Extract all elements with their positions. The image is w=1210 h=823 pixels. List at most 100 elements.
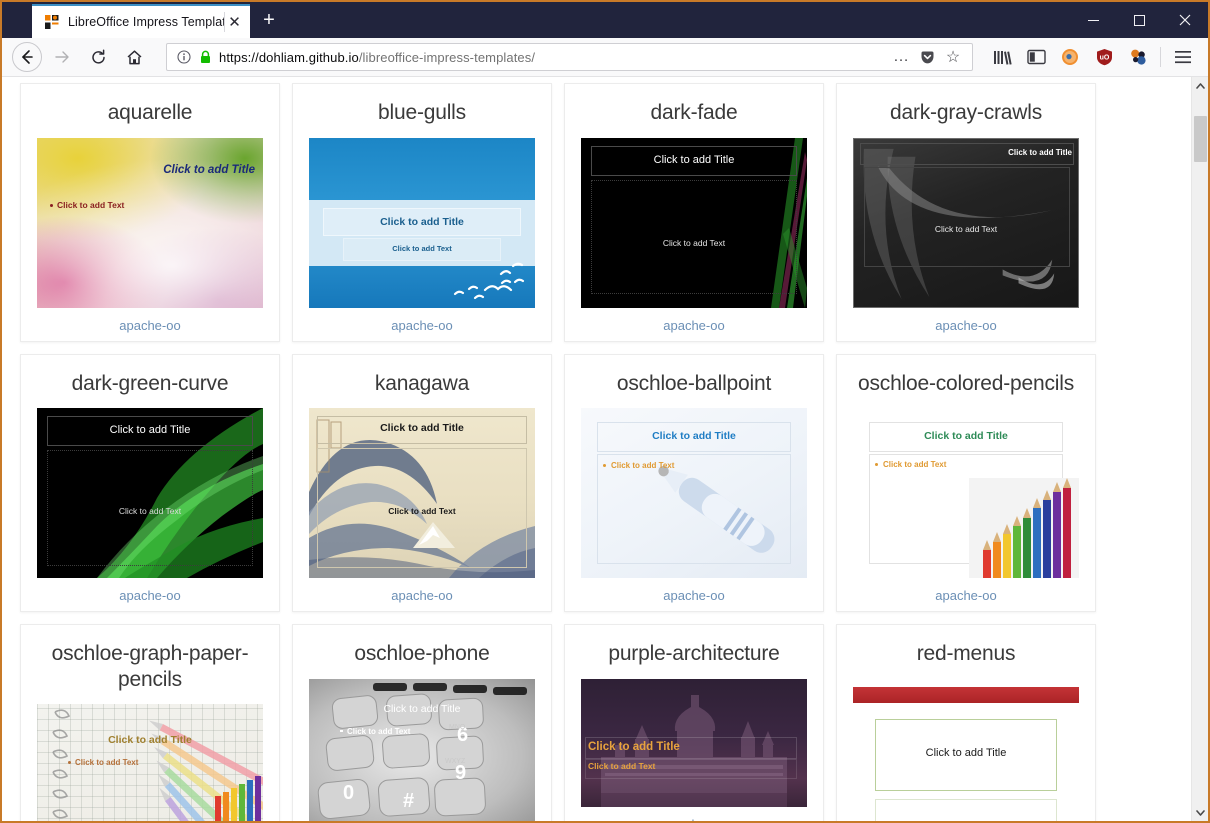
hamburger-menu-icon[interactable] [1166, 41, 1200, 73]
libreoffice-impress-favicon-icon [44, 14, 60, 30]
tab-bar: LibreOffice Impress Templates ✕ + [2, 2, 1208, 38]
template-author[interactable]: apache-oo [119, 318, 180, 333]
toolbar-divider [1160, 47, 1161, 67]
template-thumbnail[interactable]: Click to add Title Click to add Text [37, 137, 263, 308]
extension-icon[interactable] [1121, 41, 1155, 73]
site-info-icon[interactable] [173, 50, 195, 64]
template-author[interactable]: apache-oo [935, 588, 996, 603]
scrollbar-track[interactable] [1192, 94, 1209, 804]
template-card[interactable]: kanagawa Click to add Title Click to add… [292, 353, 552, 613]
template-name: aquarelle [107, 101, 193, 124]
scrollbar-thumb[interactable] [1193, 116, 1207, 162]
template-thumbnail[interactable]: Click to add Title Click to add Text [581, 408, 807, 579]
forward-button[interactable] [46, 41, 78, 73]
library-icon[interactable] [985, 41, 1019, 73]
slide-title-placeholder: Click to add Title [163, 163, 255, 176]
svg-text:uO: uO [1099, 55, 1109, 62]
slide-text-placeholder: Click to add Text [934, 223, 998, 234]
template-card[interactable]: oschloe-ballpoint Click to add Title Cli… [564, 353, 824, 613]
back-button[interactable] [12, 42, 42, 72]
template-name: kanagawa [374, 371, 470, 395]
red-header-bar [853, 686, 1079, 703]
template-author[interactable]: apache-oo [391, 588, 452, 603]
tab-close-icon[interactable]: ✕ [224, 12, 244, 32]
template-card[interactable]: dark-fade Click to add Title Click to ad… [564, 83, 824, 342]
template-card[interactable]: aquarelle Click to add Title Click to ad… [20, 83, 280, 342]
template-name: oschloe-graph-paper-pencils [51, 642, 249, 691]
maximize-button[interactable] [1116, 2, 1162, 38]
template-card[interactable]: blue-gulls Click to add Title Click to a… [292, 83, 552, 342]
svg-text:WXYZ: WXYZ [445, 758, 466, 765]
scroll-up-button[interactable] [1192, 77, 1209, 94]
slide-text-placeholder: Click to add Text [57, 199, 125, 210]
template-thumbnail[interactable]: Click to add Title Click to add Text [853, 408, 1079, 579]
template-thumbnail[interactable]: Click to add Title Click to add Text [853, 137, 1079, 308]
phone-keypad-art: 0 # 9 6 WXYZ MNO [317, 682, 527, 819]
text-box [875, 798, 1057, 821]
template-grid: aquarelle Click to add Title Click to ad… [14, 77, 1179, 821]
svg-text:0: 0 [343, 782, 354, 804]
svg-text:9: 9 [455, 762, 466, 784]
close-window-button[interactable] [1162, 2, 1208, 38]
text-box [591, 179, 797, 294]
svg-text:#: # [403, 790, 414, 812]
template-card[interactable]: red-menus Click to add Title [836, 624, 1096, 821]
slide-title-placeholder: Click to add Title [380, 215, 464, 228]
page-scrollbar[interactable] [1191, 77, 1208, 821]
template-author[interactable]: apache-oo [663, 318, 724, 333]
url-bar[interactable]: https://dohliam.github.io/libreoffice-im… [166, 43, 973, 71]
slide-title-placeholder: Click to add Title [109, 424, 191, 437]
template-thumbnail[interactable]: Click to add Title Click to add Text [37, 704, 263, 821]
seagulls-icon [453, 262, 525, 299]
template-name: purple-architecture [608, 642, 780, 666]
content-area: aquarelle Click to add Title Click to ad… [2, 77, 1208, 821]
minimize-button[interactable] [1070, 2, 1116, 38]
window-controls [1070, 2, 1208, 38]
pocket-icon[interactable] [914, 45, 940, 69]
template-author[interactable]: apache-oo [663, 588, 724, 603]
template-thumbnail[interactable]: Click to add Title [853, 678, 1079, 821]
template-author[interactable]: apache-oo [663, 817, 724, 821]
template-card[interactable]: dark-gray-crawls Click to add Title Clic… [836, 83, 1096, 342]
url-host: dohliam.github.io [258, 49, 359, 65]
lock-icon [195, 50, 215, 64]
template-name: oschloe-phone [354, 642, 490, 666]
bullet-marker [50, 203, 53, 207]
sidebar-icon[interactable] [1019, 41, 1053, 73]
url-text[interactable]: https://dohliam.github.io/libreoffice-im… [215, 50, 888, 65]
home-button[interactable] [118, 41, 150, 73]
template-card[interactable]: oschloe-graph-paper-pencils Click to add… [20, 624, 280, 821]
bookmark-star-icon[interactable]: ☆ [940, 45, 966, 69]
template-thumbnail[interactable]: Click to add Title Click to add Text [309, 408, 535, 579]
slide-title-placeholder: Click to add Title [924, 430, 1008, 443]
slide-title-placeholder: Click to add Title [383, 702, 461, 715]
browser-tab[interactable]: LibreOffice Impress Templates ✕ [32, 4, 250, 38]
template-name: dark-fade [650, 101, 738, 124]
template-name: oschloe-ballpoint [616, 371, 772, 395]
template-card[interactable]: purple-architecture Click to add Title C… [564, 624, 824, 821]
slide-title-placeholder: Click to add Title [653, 153, 735, 166]
template-name: dark-green-curve [71, 371, 229, 395]
template-card[interactable]: oschloe-colored-pencils Click to add Tit… [836, 353, 1096, 613]
slide-text-placeholder: Click to add Text [588, 760, 656, 771]
template-card[interactable]: oschloe-phone 0 # 9 6 WXYZ MNO Click to … [292, 624, 552, 821]
template-thumbnail[interactable]: 0 # 9 6 WXYZ MNO Click to add Title Clic… [309, 678, 535, 821]
template-thumbnail[interactable]: Click to add Title Click to add Text [309, 137, 535, 308]
slide-title-placeholder: Click to add Title [652, 430, 736, 443]
slide-text-placeholder: Click to add Text [611, 461, 675, 471]
template-name: red-menus [916, 642, 1016, 666]
firefox-account-icon[interactable] [1053, 41, 1087, 73]
ublock-origin-icon[interactable]: uO [1087, 41, 1121, 73]
new-tab-button[interactable]: + [254, 5, 284, 35]
template-author[interactable]: apache-oo [391, 318, 452, 333]
scroll-down-button[interactable] [1192, 804, 1209, 821]
template-author[interactable]: apache-oo [119, 588, 180, 603]
template-thumbnail[interactable]: Click to add Title Click to add Text [581, 678, 807, 807]
page-actions-icon[interactable]: … [888, 45, 914, 69]
reload-button[interactable] [82, 41, 114, 73]
template-thumbnail[interactable]: Click to add Title Click to add Text [581, 137, 807, 308]
template-card[interactable]: dark-green-curve Click to add Title Clic… [20, 353, 280, 613]
template-thumbnail[interactable]: Click to add Title Click to add Text [37, 408, 263, 579]
template-name: oschloe-colored-pencils [857, 371, 1074, 395]
template-author[interactable]: apache-oo [935, 318, 996, 333]
